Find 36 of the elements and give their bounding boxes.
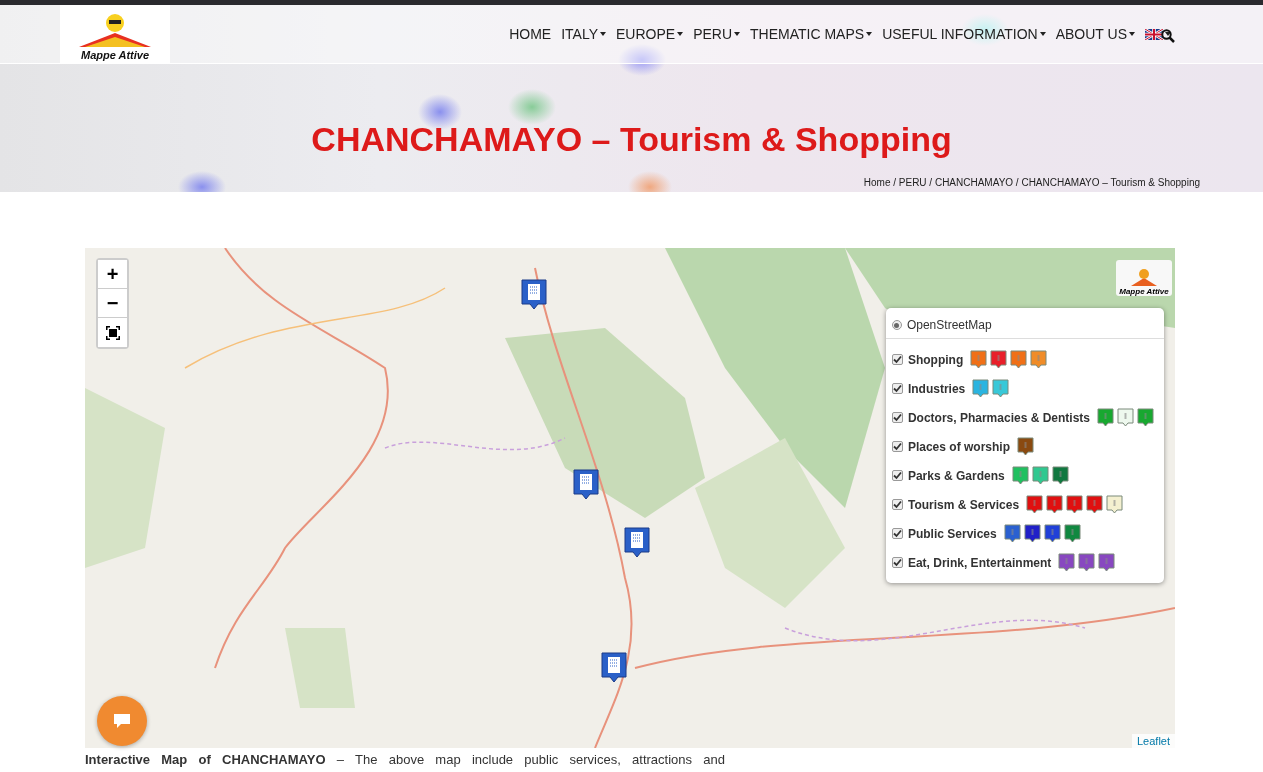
nav-link[interactable]: THEMATIC MAPS [750,26,873,42]
language-dropdown[interactable] [1145,28,1171,40]
zoom-in-button[interactable]: + [98,260,127,289]
layer-label: Shopping [907,352,964,367]
checkbox[interactable] [891,383,903,394]
breadcrumb: Home / PERU / CHANCHAMAYO / CHANCHAMAYO – Tourism & Shopping [863,177,1200,188]
speech-bubble-icon [113,713,131,729]
search-icon[interactable] [1161,29,1175,43]
checkbox[interactable] [891,557,903,568]
layer-label: Parks & Gardens [907,468,1005,483]
map-logo: Mappe Attive [1116,260,1172,296]
nav-link[interactable]: ITALY [561,26,606,42]
checkbox[interactable] [891,528,903,539]
checkbox[interactable] [891,470,903,481]
layer-label: Doctors, Pharmacies & Dentists [907,410,1090,425]
radio-button[interactable] [891,320,902,330]
fullscreen-icon [105,325,120,340]
layer-label: Eat, Drink, Entertainment [907,555,1052,570]
nav-link[interactable]: PERU [693,26,741,42]
layer-label: OpenStreetMap [906,318,992,332]
layer-label: Public Services [907,526,997,541]
layer-label: Industries [907,381,966,396]
nav-link[interactable]: USEFUL INFORMATION [882,26,1046,42]
nav-link[interactable]: HOME [509,26,552,42]
checkbox[interactable] [891,499,903,510]
nav-link[interactable]: EUROPE [616,26,684,42]
checkbox[interactable] [891,354,903,365]
layer-label: Tourism & Services [907,497,1020,512]
checkbox[interactable] [891,412,903,423]
nav-link[interactable]: ABOUT US [1055,26,1135,42]
page-title: CHANCHAMAYO – Tourism & Shopping [310,120,953,159]
site-logo[interactable]: Mappe Attive [60,5,170,63]
layer-label: Places of worship [907,439,1010,454]
checkbox[interactable] [891,441,903,452]
attribution-link[interactable]: Leaflet [1131,734,1175,748]
intro-paragraph: Interactive Map of CHANCHAMAYO – The above map include public services, attractions and [85,752,725,768]
